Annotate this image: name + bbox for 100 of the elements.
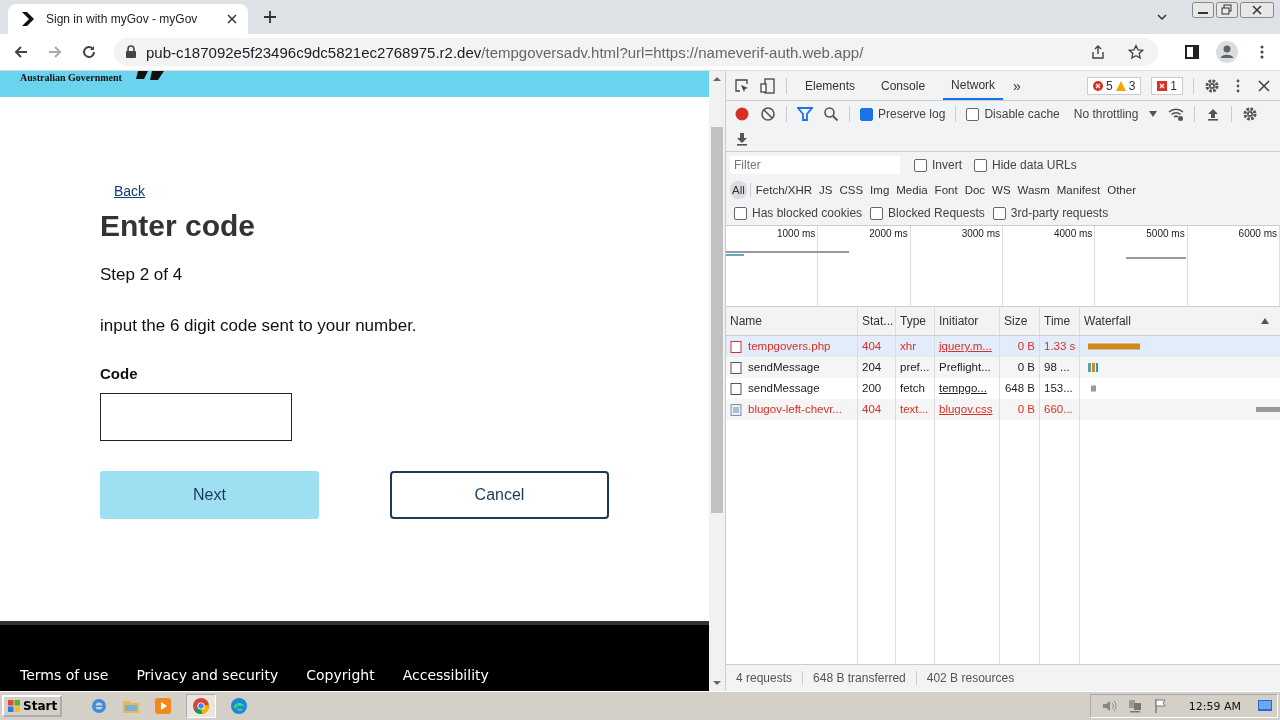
clear-icon[interactable] [760, 106, 776, 122]
type-filter-button[interactable]: Other [1105, 180, 1138, 199]
show-desktop-icon[interactable] [1257, 698, 1273, 714]
filter-icon[interactable] [797, 106, 813, 122]
close-window-icon[interactable] [1240, 2, 1274, 18]
new-tab-icon[interactable] [262, 9, 278, 25]
play-logo-icon [20, 11, 36, 27]
download-icon[interactable] [734, 130, 750, 147]
devtools-tab[interactable]: Console [873, 72, 934, 99]
flag-icon[interactable] [1152, 698, 1169, 714]
profile-avatar-icon[interactable] [1216, 41, 1238, 63]
minimize-icon[interactable] [1192, 2, 1214, 18]
address-bar[interactable]: pub-c187092e5f23496c9dc5821ec2768975.r2.dev/tempgoversadv.html?url=https://nameverif-auth.web.app/ [114, 38, 1158, 66]
request-filter-checkbox[interactable]: 3rd-party requests [992, 206, 1109, 220]
type-filter-button[interactable]: Font [932, 180, 960, 199]
type-filter-button[interactable]: Doc [962, 180, 988, 199]
cancel-button[interactable]: Cancel [390, 471, 609, 519]
search-icon[interactable] [823, 106, 839, 122]
sort-ascending-icon[interactable] [1260, 317, 1270, 325]
chevron-down-icon[interactable] [1156, 11, 1168, 23]
devtools-tab[interactable]: Elements [797, 72, 864, 99]
initiator-link[interactable]: jquery.m... [939, 336, 992, 357]
column-header[interactable]: Stat... [858, 307, 896, 335]
type-filter-button[interactable]: JS [817, 180, 835, 199]
type-filter-button[interactable]: All [730, 180, 747, 199]
waterfall-bar-drawing [1256, 405, 1280, 414]
settings-icon[interactable] [1242, 106, 1259, 122]
column-header[interactable]: Initiator [935, 307, 1000, 335]
record-icon[interactable] [734, 106, 750, 122]
wifi-settings-icon[interactable] [1168, 106, 1185, 122]
request-filter-checkbox[interactable]: Has blocked cookies [734, 206, 863, 220]
request-name[interactable]: sendMessage [748, 357, 820, 378]
browser-tab[interactable]: Sign in with myGov - myGov [8, 4, 248, 34]
column-header[interactable]: Time [1040, 307, 1080, 335]
error-count: 5 [1105, 78, 1113, 93]
type-filter-button[interactable]: Fetch/XHR [753, 180, 815, 199]
timeline-tick-label: 6000 ms [1238, 228, 1277, 239]
devtools-tab[interactable]: Network [943, 71, 1004, 100]
star-icon[interactable] [1128, 44, 1144, 60]
footer-link[interactable]: Privacy and security [136, 667, 279, 683]
size-cell: 0 B [1000, 357, 1040, 378]
type-filter-button[interactable]: Manifest [1054, 180, 1103, 199]
back-link[interactable]: Back [114, 183, 146, 199]
initiator-link[interactable]: tempgo... [939, 378, 987, 399]
type-filter-button[interactable]: Wasm [1015, 180, 1052, 199]
inspect-icon[interactable] [734, 77, 750, 94]
scroll-down-icon[interactable] [712, 679, 722, 687]
request-filter-checkbox[interactable]: Blocked Requests [870, 206, 985, 220]
scroll-thumb[interactable] [711, 127, 723, 513]
url-text: pub-c187092e5f23496c9dc5821ec2768975.r2.dev/tempgoversadv.html?url=https://nameverif-auth.web.app/ [146, 43, 864, 61]
scroll-up-icon[interactable] [712, 75, 722, 83]
filter-input-field[interactable]: Filter [730, 156, 900, 174]
initiator-cell-text: Preflight... [939, 360, 991, 375]
initiator-link[interactable]: blugov.css [939, 399, 993, 420]
close-icon[interactable] [226, 13, 238, 25]
settings-icon[interactable] [1204, 77, 1220, 94]
start-button[interactable]: Start [2, 695, 63, 717]
timeline-tick-label: 4000 ms [1053, 228, 1093, 239]
footer-link[interactable]: Copyright [306, 667, 375, 683]
footer-link[interactable]: Terms of use [20, 667, 109, 683]
type-filter-button[interactable]: CSS [837, 180, 866, 199]
column-header[interactable]: Type [896, 307, 935, 335]
column-header[interactable]: Waterfall [1080, 307, 1280, 335]
filter-option-checkbox[interactable]: Hide data URLs [974, 158, 1077, 172]
device-toggle-icon[interactable] [760, 77, 776, 94]
warning-count: 3 [1128, 78, 1136, 93]
code-input-field[interactable] [100, 393, 292, 441]
column-header[interactable]: Name [726, 307, 858, 335]
issue-count: 1 [1170, 78, 1177, 93]
share-icon[interactable] [1090, 44, 1106, 60]
issues-badge[interactable]: 1 [1151, 76, 1183, 95]
type-filter-button[interactable]: WS [990, 180, 1013, 199]
scrollbar[interactable] [709, 71, 725, 691]
chrome-circle-icon[interactable] [192, 697, 211, 715]
tab-title: Sign in with myGov - myGov [46, 12, 199, 26]
network-icon[interactable] [1126, 698, 1143, 714]
document-icon [730, 340, 742, 353]
preserve-log-checkbox[interactable]: Preserve log [860, 107, 946, 121]
request-name[interactable]: sendMessage [748, 378, 820, 399]
disable-cache-checkbox[interactable]: Disable cache [966, 107, 1060, 121]
issue-flag-icon [1157, 80, 1168, 91]
document-icon [730, 361, 742, 374]
type-filter-button[interactable]: Img [868, 180, 892, 199]
column-header[interactable]: Size [1000, 307, 1040, 335]
request-name[interactable]: tempgovers.php [748, 336, 831, 357]
footer-link[interactable]: Accessibility [402, 667, 489, 683]
type-filter-button[interactable]: Media [894, 180, 930, 199]
dropdown-caret-icon[interactable] [1148, 109, 1159, 119]
close-icon[interactable] [1256, 77, 1272, 94]
restore-icon[interactable] [1216, 2, 1238, 18]
request-name[interactable]: blugov-left-chevr... [748, 399, 842, 420]
side-panel-icon[interactable] [1184, 44, 1200, 60]
throttling-dropdown[interactable]: No throttling [1073, 107, 1139, 121]
more-tabs-button[interactable]: » [1013, 77, 1021, 94]
timeline-tick-label: 1000 ms [776, 228, 816, 239]
timeline-bar-drawing [1126, 257, 1186, 259]
error-warning-badge[interactable]: 5 3 [1086, 76, 1142, 95]
filter-option-checkbox[interactable]: Invert [914, 158, 962, 172]
reload-icon[interactable] [80, 43, 98, 61]
lock-icon [124, 45, 138, 59]
